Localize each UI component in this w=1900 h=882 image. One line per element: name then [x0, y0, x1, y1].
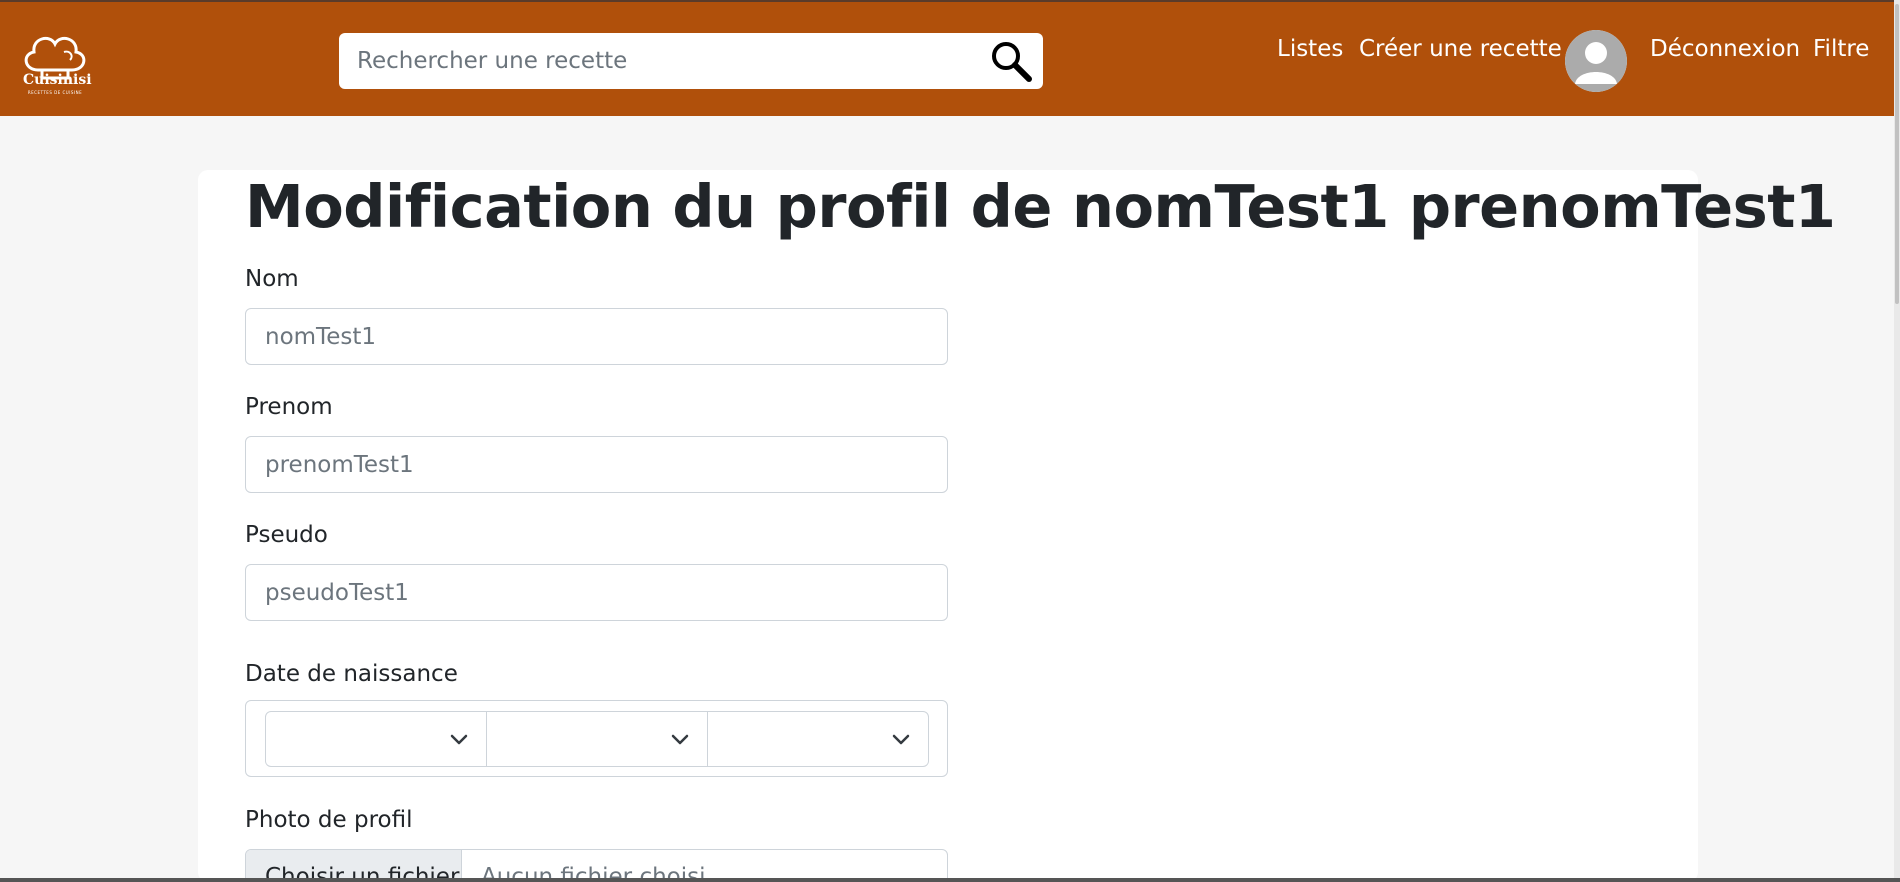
search-input[interactable] [339, 33, 979, 89]
scrollbar-thumb[interactable] [1895, 4, 1899, 304]
user-avatar-icon[interactable] [1565, 30, 1627, 92]
page-title: Modification du profil de nomTest1 preno… [245, 172, 1836, 241]
search-bar [339, 33, 1043, 89]
pseudo-label: Pseudo [245, 522, 328, 548]
nom-label: Nom [245, 266, 299, 292]
nom-input[interactable] [245, 308, 948, 365]
top-navbar: Cuisinisi RECETTES DE CUISINE Listes Cré… [0, 0, 1894, 116]
birthdate-month-select[interactable] [486, 711, 708, 767]
window-bottom-edge [0, 878, 1900, 882]
logo-brand: Cuisinisi [23, 72, 92, 88]
nav-link-listes[interactable]: Listes [1277, 36, 1343, 62]
photo-label: Photo de profil [245, 807, 413, 833]
nav-link-filter[interactable]: Filtre [1813, 36, 1869, 62]
prenom-input[interactable] [245, 436, 948, 493]
nav-link-create-recipe[interactable]: Créer une recette [1359, 36, 1562, 62]
prenom-label: Prenom [245, 394, 333, 420]
chevron-down-icon [671, 734, 689, 745]
logo-tagline: RECETTES DE CUISINE [27, 90, 83, 95]
pseudo-input[interactable] [245, 564, 948, 621]
birthdate-group [245, 700, 948, 777]
nav-link-logout[interactable]: Déconnexion [1650, 36, 1800, 62]
chevron-down-icon [892, 734, 910, 745]
search-icon[interactable] [981, 37, 1041, 85]
chevron-down-icon [450, 734, 468, 745]
page-scrollbar[interactable] [1894, 0, 1900, 882]
birthdate-label: Date de naissance [245, 661, 458, 687]
birthdate-day-select[interactable] [265, 711, 487, 767]
birthdate-year-select[interactable] [707, 711, 929, 767]
